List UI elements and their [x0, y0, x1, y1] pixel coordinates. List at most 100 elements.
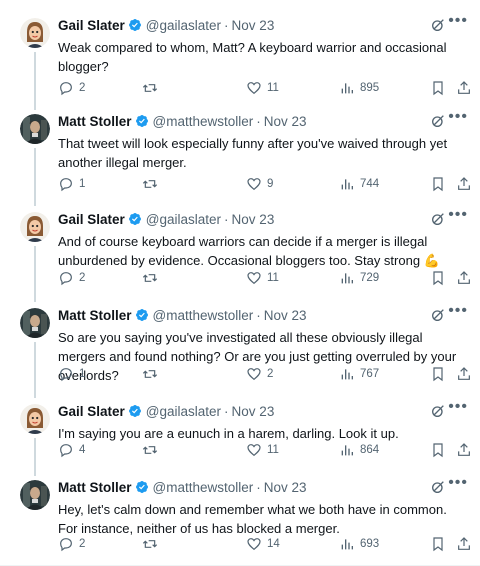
- tweet[interactable]: Matt Stoller @matthewstoller · Nov 23 ••…: [0, 104, 480, 206]
- timestamp[interactable]: Nov 23: [264, 308, 307, 323]
- retweet-button[interactable]: [142, 442, 163, 458]
- more-icon[interactable]: •••: [448, 108, 468, 126]
- display-name[interactable]: Matt Stoller: [58, 480, 132, 495]
- views-icon: [341, 179, 353, 190]
- bookmark-icon[interactable]: [430, 442, 446, 458]
- verified-badge-icon: [128, 405, 141, 417]
- reply-button[interactable]: 2: [58, 80, 85, 96]
- more-icon[interactable]: •••: [448, 474, 468, 492]
- action-bar: 1 9 744: [58, 176, 478, 196]
- timestamp[interactable]: Nov 23: [232, 404, 275, 419]
- grok-icon[interactable]: [430, 403, 446, 419]
- share-icon[interactable]: [456, 536, 472, 552]
- verified-badge-icon: [128, 19, 141, 31]
- tweet[interactable]: Gail Slater @gailaslater · Nov 23 ••• An…: [0, 202, 480, 302]
- handle[interactable]: @gailaslater: [146, 18, 221, 33]
- grok-icon[interactable]: [430, 307, 446, 323]
- more-icon[interactable]: •••: [448, 398, 468, 416]
- like-count: 14: [267, 538, 280, 550]
- reply-icon: [60, 178, 72, 192]
- timestamp[interactable]: Nov 23: [232, 212, 275, 227]
- views-button[interactable]: 895: [339, 80, 379, 96]
- like-icon: [247, 368, 261, 381]
- retweet-button[interactable]: [142, 366, 163, 382]
- tweet-text: Weak compared to whom, Matt? A keyboard …: [58, 40, 447, 74]
- display-name[interactable]: Gail Slater: [58, 404, 125, 419]
- like-count: 11: [267, 82, 279, 94]
- like-button[interactable]: 14: [246, 536, 280, 552]
- retweet-button[interactable]: [142, 270, 163, 286]
- avatar[interactable]: [20, 18, 50, 48]
- handle[interactable]: @matthewstoller: [153, 114, 254, 129]
- separator-dot: ·: [256, 113, 261, 129]
- views-count: 895: [360, 82, 380, 94]
- grok-icon[interactable]: [430, 479, 446, 495]
- avatar[interactable]: [20, 308, 50, 338]
- timestamp[interactable]: Nov 23: [264, 114, 307, 129]
- retweet-button[interactable]: [142, 80, 163, 96]
- reply-count: 4: [79, 444, 86, 456]
- like-button[interactable]: 11: [246, 270, 279, 286]
- grok-icon[interactable]: [430, 113, 446, 129]
- reply-button[interactable]: 1: [58, 366, 85, 382]
- timestamp[interactable]: Nov 23: [264, 480, 307, 495]
- thread-connector-line: [34, 148, 36, 206]
- handle[interactable]: @gailaslater: [146, 404, 221, 419]
- handle[interactable]: @matthewstoller: [153, 308, 254, 323]
- more-icon[interactable]: •••: [448, 206, 468, 224]
- display-name[interactable]: Matt Stoller: [58, 114, 132, 129]
- like-button[interactable]: 9: [246, 176, 273, 192]
- views-button[interactable]: 744: [339, 176, 379, 192]
- share-icon[interactable]: [456, 80, 472, 96]
- tweet[interactable]: Matt Stoller @matthewstoller · Nov 23 ••…: [0, 470, 480, 566]
- views-button[interactable]: 767: [339, 366, 379, 382]
- views-button[interactable]: 693: [339, 536, 379, 552]
- reply-count: 1: [79, 178, 86, 190]
- bookmark-icon[interactable]: [430, 366, 446, 382]
- bookmark-icon[interactable]: [430, 270, 446, 286]
- share-icon[interactable]: [456, 176, 472, 192]
- tweet[interactable]: Gail Slater @gailaslater · Nov 23 ••• We…: [0, 8, 480, 110]
- reply-button[interactable]: 2: [58, 536, 85, 552]
- tweet[interactable]: Matt Stoller @matthewstoller · Nov 23 ••…: [0, 298, 480, 398]
- retweet-icon: [142, 84, 158, 92]
- action-bar: 4 11 864: [58, 442, 478, 462]
- like-button[interactable]: 11: [246, 80, 279, 96]
- display-name[interactable]: Gail Slater: [58, 212, 125, 227]
- timestamp[interactable]: Nov 23: [232, 18, 275, 33]
- reply-button[interactable]: 2: [58, 270, 85, 286]
- views-button[interactable]: 864: [339, 442, 379, 458]
- display-name[interactable]: Matt Stoller: [58, 308, 132, 323]
- grok-icon[interactable]: [430, 17, 446, 33]
- bookmark-icon[interactable]: [430, 176, 446, 192]
- more-icon[interactable]: •••: [448, 12, 468, 30]
- reply-button[interactable]: 1: [58, 176, 85, 192]
- retweet-icon: [142, 180, 158, 188]
- avatar[interactable]: [20, 212, 50, 242]
- display-name[interactable]: Gail Slater: [58, 18, 125, 33]
- reply-icon: [60, 368, 72, 382]
- share-icon[interactable]: [456, 270, 472, 286]
- reply-button[interactable]: 4: [58, 442, 85, 458]
- like-button[interactable]: 11: [246, 442, 279, 458]
- handle[interactable]: @gailaslater: [146, 212, 221, 227]
- tweet-header: Matt Stoller @matthewstoller · Nov 23: [58, 112, 466, 130]
- like-icon: [247, 82, 261, 95]
- share-icon[interactable]: [456, 366, 472, 382]
- avatar[interactable]: [20, 114, 50, 144]
- tweet[interactable]: Gail Slater @gailaslater · Nov 23 ••• I'…: [0, 394, 480, 476]
- bookmark-icon[interactable]: [430, 80, 446, 96]
- more-icon[interactable]: •••: [448, 302, 468, 320]
- reply-icon: [60, 82, 72, 96]
- retweet-button[interactable]: [142, 176, 163, 192]
- handle[interactable]: @matthewstoller: [153, 480, 254, 495]
- grok-icon[interactable]: [430, 211, 446, 227]
- like-button[interactable]: 2: [246, 366, 273, 382]
- avatar[interactable]: [20, 480, 50, 510]
- avatar[interactable]: [20, 404, 50, 434]
- views-button[interactable]: 729: [339, 270, 379, 286]
- tweet-text: Hey, let's calm down and remember what w…: [58, 502, 447, 536]
- retweet-button[interactable]: [142, 536, 163, 552]
- bookmark-icon[interactable]: [430, 536, 446, 552]
- share-icon[interactable]: [456, 442, 472, 458]
